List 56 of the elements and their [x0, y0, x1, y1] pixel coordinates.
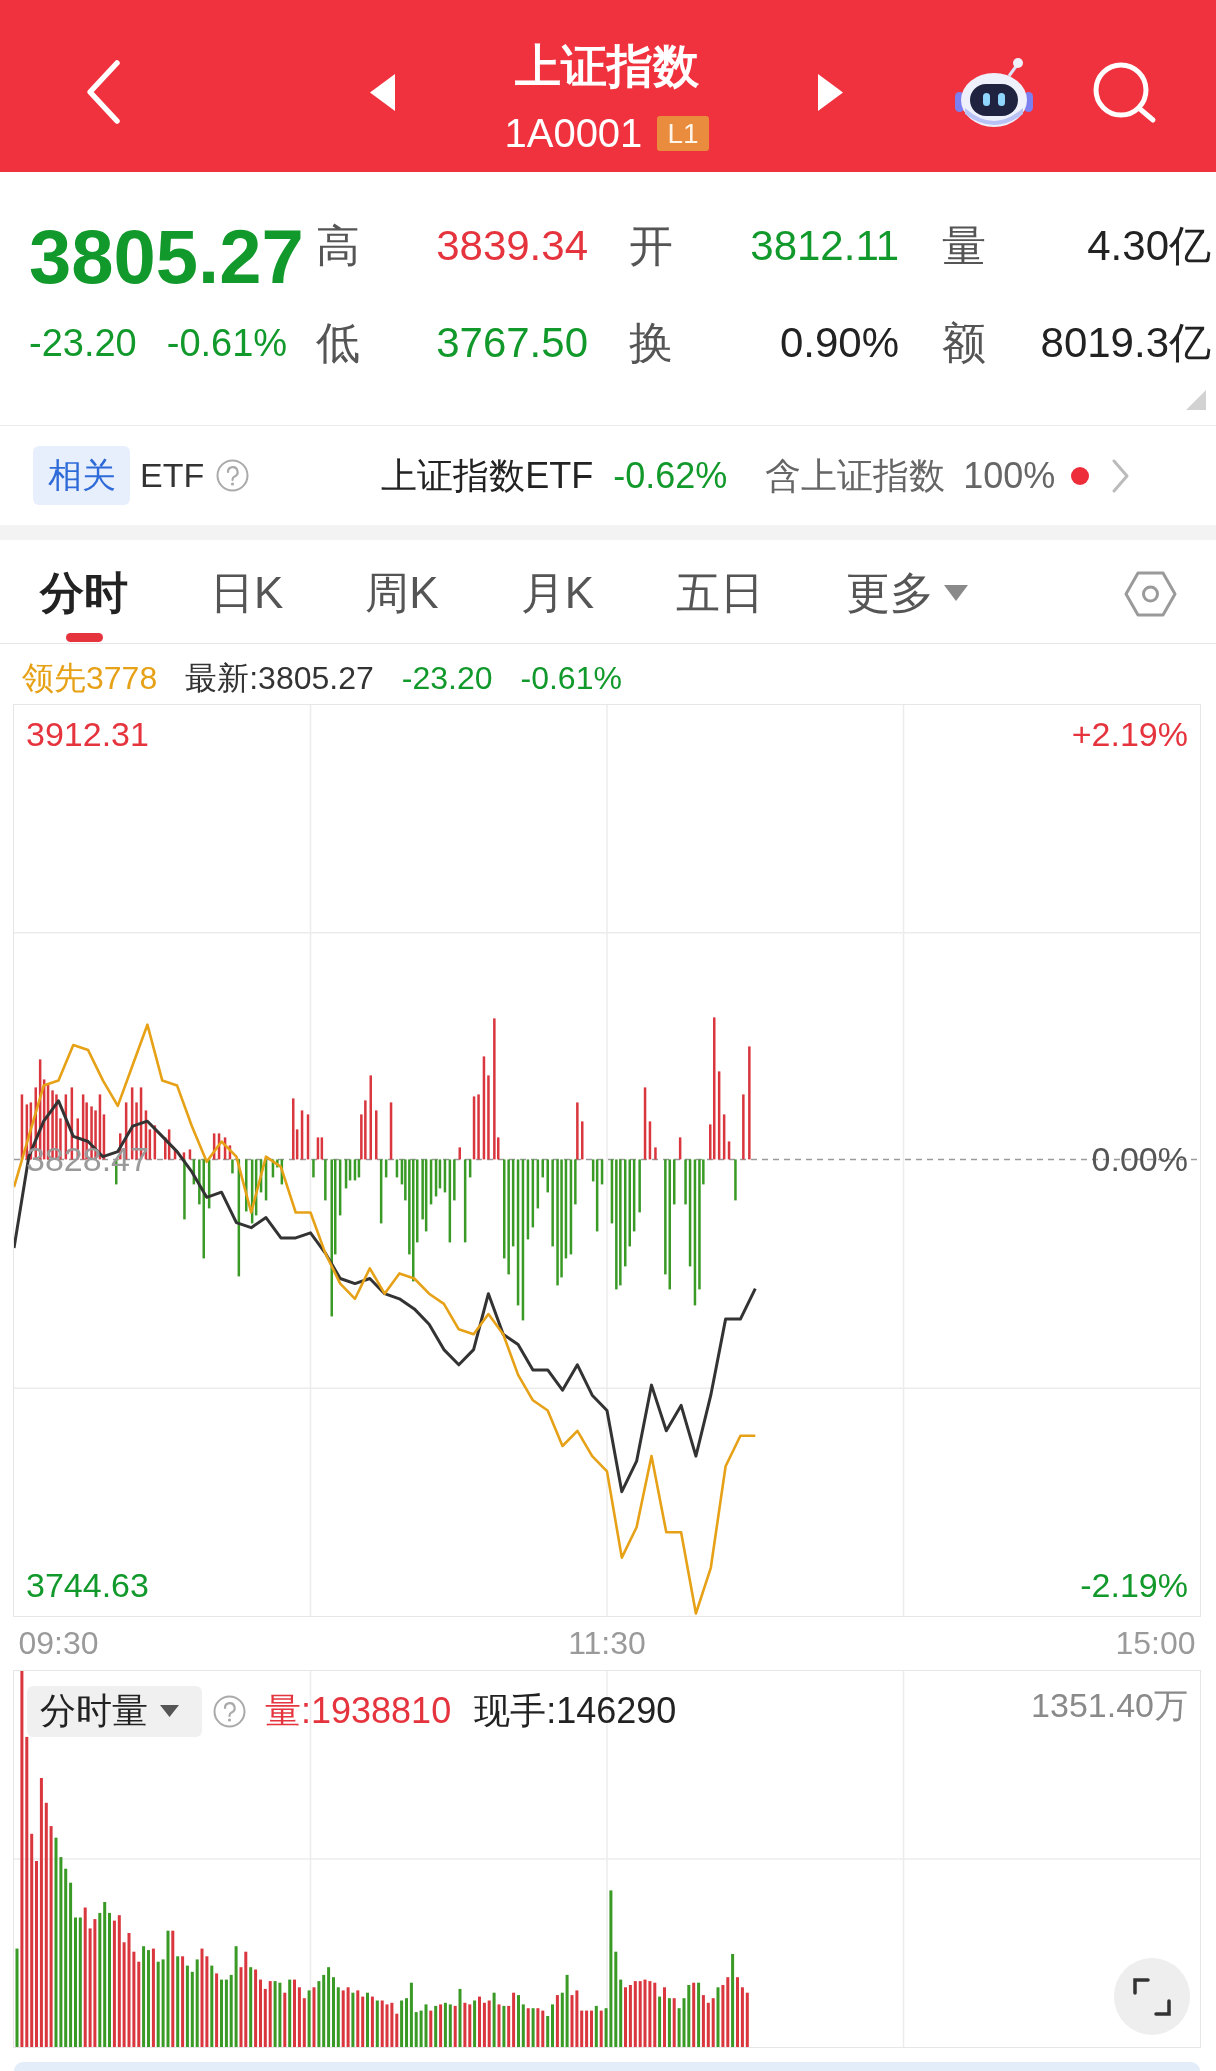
etf-change: -0.62% — [613, 453, 728, 498]
page-title: 上证指数 — [514, 43, 699, 89]
price-axis-label: 3912.31 — [26, 717, 149, 751]
percent-axis-label: +2.19% — [1071, 717, 1188, 751]
right-triangle-icon[interactable] — [818, 73, 843, 111]
time-axis-label: 15:00 — [1115, 1627, 1196, 1659]
time-axis-label: 11:30 — [568, 1627, 646, 1659]
latest-price-label: 最新:3805.27 — [185, 659, 374, 698]
holding-label: 含上证指数 — [765, 453, 946, 498]
legend-change: -23.20 — [401, 659, 493, 698]
tab[interactable]: 月K — [520, 569, 595, 643]
stat-label: 额 — [941, 319, 987, 367]
back-icon[interactable] — [84, 59, 122, 125]
stat-value: 8019.3亿 — [1039, 319, 1211, 367]
stat-value: 4.30亿 — [1086, 222, 1211, 270]
current-hand-value: 现手:146290 — [474, 1689, 677, 1733]
stat-label: 高 — [316, 222, 360, 270]
price-change: -23.20 — [29, 321, 137, 365]
tab[interactable]: 五日 — [676, 569, 765, 643]
current-price: 3805.27 — [29, 219, 305, 295]
stat-label: 开 — [628, 222, 674, 270]
stat-value: 0.90% — [778, 319, 899, 367]
tab[interactable]: 日K — [210, 569, 284, 643]
etf-name: 上证指数ETF — [381, 453, 594, 498]
fullscreen-icon[interactable] — [1133, 1977, 1171, 2016]
tab[interactable]: 周K — [365, 569, 439, 643]
caret-down-icon — [160, 1705, 179, 1717]
stock-code: 1A0001 — [504, 116, 643, 151]
volume-scale-label: 1351.40万 — [1031, 1685, 1188, 1725]
stat-label: 换 — [628, 319, 674, 367]
stat-value: 3812.11 — [749, 222, 899, 270]
robot-icon[interactable] — [955, 56, 1033, 128]
volume-selector[interactable]: 分时量 — [27, 1685, 202, 1737]
tab[interactable]: 更多 — [846, 569, 969, 643]
related-tag: 相关 — [33, 446, 130, 505]
tab[interactable]: 分时 — [40, 569, 128, 643]
price-change-percent: -0.61% — [166, 321, 288, 365]
volume-value: 量:1938810 — [265, 1689, 452, 1733]
time-axis-label: 09:30 — [18, 1627, 99, 1659]
stat-label: 低 — [316, 319, 360, 367]
stat-value: 3839.34 — [435, 222, 588, 270]
price-axis-label: 3744.63 — [26, 1567, 149, 1602]
holding-value: 100% — [963, 453, 1056, 498]
etf-label: ETF — [140, 455, 205, 496]
level-badge: L1 — [657, 116, 709, 151]
help-icon[interactable] — [213, 1694, 246, 1728]
percent-axis-label: -2.19% — [1080, 1567, 1188, 1602]
search-icon[interactable] — [1091, 60, 1157, 124]
left-triangle-icon[interactable] — [370, 73, 395, 111]
percent-axis-label: 0.00% — [1091, 1142, 1188, 1177]
stat-value: 3767.50 — [435, 319, 588, 367]
stat-label: 量 — [941, 222, 987, 270]
leading-index-label: 领先3778 — [22, 659, 158, 698]
settings-icon[interactable] — [1124, 571, 1177, 617]
help-icon[interactable] — [216, 459, 250, 492]
legend-change-percent: -0.61% — [520, 659, 622, 698]
